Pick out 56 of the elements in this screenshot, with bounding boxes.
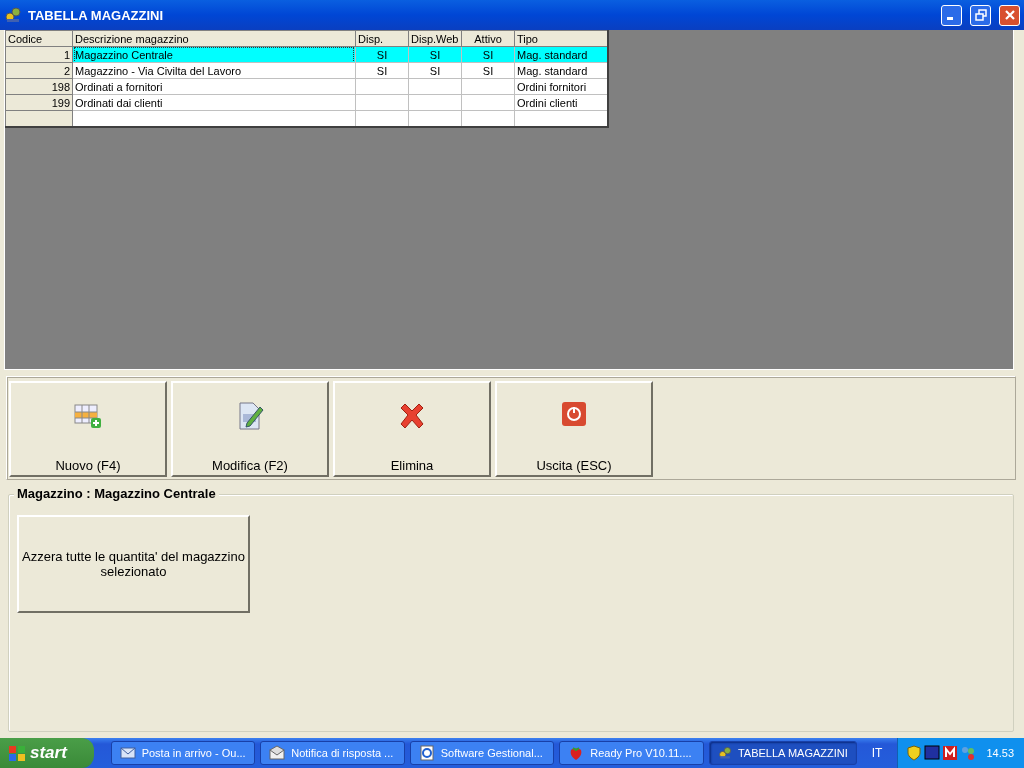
windows-logo-icon xyxy=(8,744,26,762)
window-title: TABELLA MAGAZZINI xyxy=(28,7,165,23)
table-cell: Magazzino Centrale xyxy=(75,47,353,62)
start-button[interactable]: start xyxy=(0,738,94,768)
table-add-icon xyxy=(73,401,103,431)
taskbar-button[interactable]: TABELLA MAGAZZINI xyxy=(708,741,857,765)
column-header[interactable]: Attivo xyxy=(461,30,515,47)
toolbar-button[interactable]: Modifica (F2) xyxy=(171,381,329,477)
row-header-cell: 2 xyxy=(63,64,70,77)
column-header[interactable]: Descrizione magazzino xyxy=(72,30,356,47)
table-cell: SI xyxy=(429,64,441,77)
mail-icon xyxy=(119,745,136,761)
row-header-cell: 1 xyxy=(63,48,70,61)
taskbar-button[interactable]: Software Gestional... xyxy=(409,741,555,765)
table-cell: Ordinati dai clienti xyxy=(75,96,163,109)
table-cell: SI xyxy=(482,48,494,61)
close-button[interactable] xyxy=(999,4,1020,26)
minimize-icon xyxy=(946,17,953,20)
clock: 14.53 xyxy=(986,747,1014,759)
app-icon xyxy=(4,6,22,24)
column-header[interactable]: Disp. xyxy=(355,30,409,47)
taskbar-button[interactable]: Notifica di risposta ... xyxy=(260,741,405,765)
table-cell: SI xyxy=(482,64,494,77)
reset-quantities-button[interactable]: Azzera tutte le quantita' del magazzino selezionato xyxy=(17,515,250,613)
toolbar-button[interactable]: Elimina xyxy=(333,381,491,477)
document-icon xyxy=(418,745,435,761)
shield-icon[interactable] xyxy=(906,745,923,761)
envelope-icon xyxy=(269,745,286,761)
letter-m-icon[interactable] xyxy=(942,745,959,761)
table-cell: Ordini fornitori xyxy=(517,80,587,93)
table-cell: Ordinati a fornitori xyxy=(75,80,163,93)
table-cell: Ordini clienti xyxy=(517,96,578,109)
language-indicator[interactable]: IT xyxy=(871,746,883,760)
row-header-cell: 198 xyxy=(51,80,70,93)
row-header-cell: 199 xyxy=(51,96,70,109)
restore-button[interactable] xyxy=(970,4,991,26)
column-header[interactable]: Codice xyxy=(5,30,73,47)
app-icon xyxy=(717,744,732,762)
table-cell: Mag. standard xyxy=(517,64,588,77)
toolbar-button[interactable]: Uscita (ESC) xyxy=(495,381,653,477)
minimize-button[interactable] xyxy=(941,4,962,26)
toolbar-button[interactable]: Nuovo (F4) xyxy=(9,381,167,477)
table-cell: Magazzino - Via Civilta del Lavoro xyxy=(75,64,242,77)
column-header[interactable]: Tipo xyxy=(514,30,608,47)
monitor-icon[interactable] xyxy=(924,745,941,761)
restore-icon xyxy=(974,9,987,21)
table-cell: SI xyxy=(376,48,388,61)
close-icon xyxy=(1003,9,1016,21)
table-cell: SI xyxy=(429,48,441,61)
table-cell: SI xyxy=(376,64,388,77)
taskbar-button[interactable]: Posta in arrivo - Ou... xyxy=(110,741,256,765)
column-header[interactable]: Disp.Web xyxy=(408,30,462,47)
table-cell: Mag. standard xyxy=(517,48,588,61)
group-title: Magazzino : Magazzino Centrale xyxy=(14,486,219,501)
power-icon xyxy=(561,401,587,427)
taskbar-button[interactable]: Ready Pro V10.11.... xyxy=(559,741,704,765)
